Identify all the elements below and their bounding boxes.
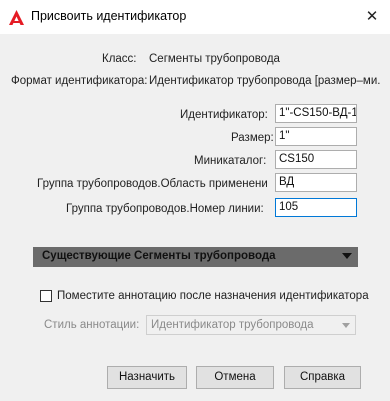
line-number-field[interactable]: 105 — [275, 198, 357, 217]
minicatalog-field[interactable]: CS150 — [275, 150, 357, 169]
minicatalog-label: Мини­каталог: — [194, 155, 267, 167]
size-label: Размер: — [231, 132, 274, 144]
size-field[interactable]: 1" — [275, 127, 357, 146]
identifier-label: Идентификатор: — [180, 109, 268, 121]
help-button[interactable]: Справка — [284, 366, 361, 389]
area-field[interactable]: ВД — [275, 173, 357, 192]
title-bar: Присвоить идентификатор ✕ — [0, 0, 390, 34]
format-label: Формат идентификатора: — [11, 75, 148, 87]
chevron-down-icon — [342, 253, 352, 259]
autocad-logo-icon — [9, 10, 24, 25]
cancel-button[interactable]: Отмена — [196, 366, 274, 389]
close-button[interactable]: ✕ — [354, 0, 390, 34]
annotation-style-value: Идентификатор трубопровода — [151, 319, 314, 331]
section-title: Существующие Сегменты трубопровода — [42, 250, 276, 262]
annotation-style-label: Стиль аннотации: — [44, 319, 140, 331]
existing-segments-section[interactable]: Существующие Сегменты трубопровода — [33, 247, 358, 267]
chevron-down-icon — [342, 323, 350, 328]
window-title: Присвоить идентификатор — [31, 9, 187, 23]
format-value: Идентификатор трубопровода [размер–ми... — [149, 75, 381, 87]
identifier-field[interactable]: 1"-CS150-ВД-10 — [275, 104, 357, 123]
area-label: Группа трубопроводов.Область применени — [37, 178, 268, 190]
line-number-label: Группа трубопроводов.Номер линии: — [66, 203, 264, 215]
class-label: Класс: — [102, 53, 137, 65]
class-value: Сегменты трубопровода — [149, 53, 280, 65]
place-annotation-checkbox[interactable] — [40, 290, 52, 302]
assign-button[interactable]: Назначить — [107, 366, 187, 389]
annotation-style-select[interactable]: Идентификатор трубопровода — [146, 315, 356, 335]
place-annotation-label[interactable]: Поместите аннотацию после назначения иде… — [57, 290, 369, 302]
close-icon: ✕ — [365, 8, 379, 25]
